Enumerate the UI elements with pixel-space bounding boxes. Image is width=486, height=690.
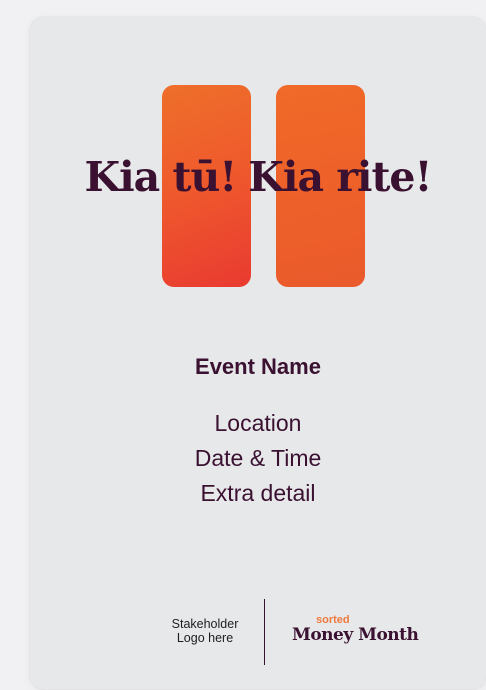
stakeholder-line-2: Logo here: [176, 631, 234, 645]
headline-part-1: Kia tū!: [84, 153, 237, 201]
event-details: Location Date & Time Extra detail: [30, 406, 486, 511]
stakeholder-line-1: Stakeholder: [171, 617, 239, 631]
headline-part-2: Kia rite!: [248, 153, 432, 201]
headline: Kia tū! Kia rite!: [30, 157, 486, 198]
event-date-time: Date & Time: [194, 445, 322, 471]
stakeholder-logo-placeholder: Stakeholder Logo here: [143, 617, 267, 645]
poster-card: Kia tū! Kia rite! Event Name Location Dat…: [30, 17, 486, 689]
brand-sorted-text: sorted: [316, 614, 350, 626]
event-name: Event Name: [195, 354, 321, 379]
brand-money-month-text: Money Month: [292, 625, 419, 645]
event-extra-detail: Extra detail: [200, 480, 316, 506]
logo-divider: [264, 599, 265, 665]
event-location: Location: [214, 410, 302, 436]
sorted-money-month-logo: sorted Money Month: [292, 614, 432, 646]
